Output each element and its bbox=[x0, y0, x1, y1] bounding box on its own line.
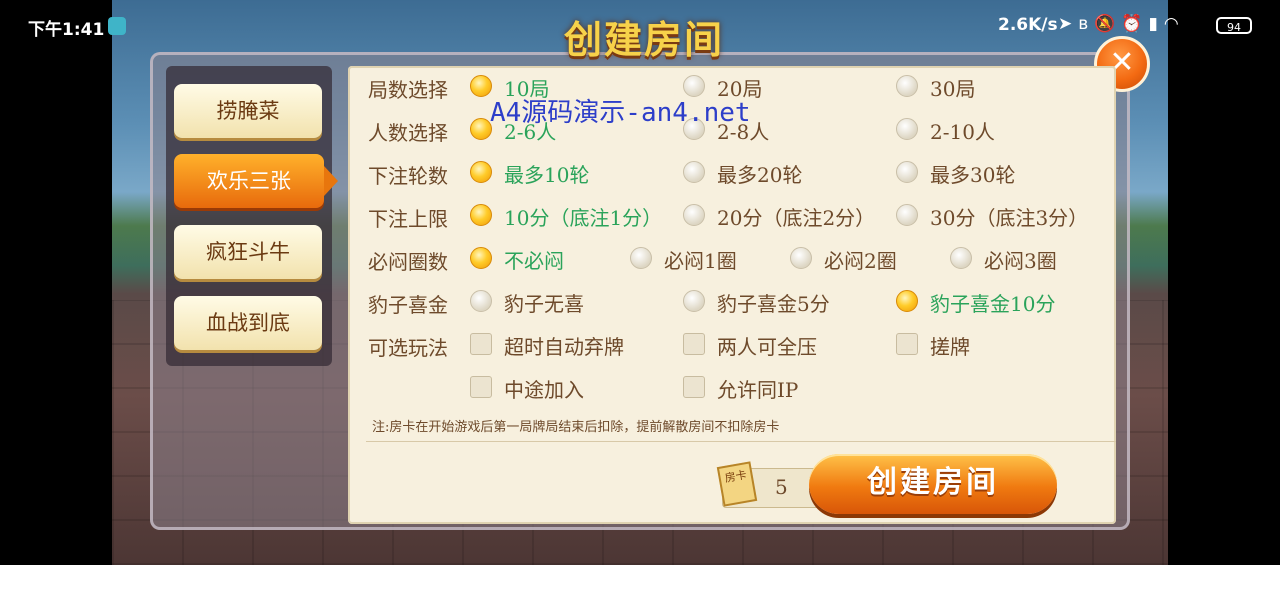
row-optional-rules: 可选玩法 超时自动弃牌 两人可全压 搓牌 bbox=[348, 324, 1116, 364]
option-label: 最多10轮 bbox=[504, 163, 590, 187]
status-icons: ➤ʙ🔕⏰▮◠ bbox=[1058, 14, 1185, 34]
network-speed: 2.6K/s bbox=[998, 15, 1058, 35]
row-bet-rounds: 下注轮数 最多10轮 最多20轮 最多30轮 bbox=[348, 152, 1116, 192]
option-label: 必闷1圈 bbox=[664, 249, 737, 273]
radio[interactable] bbox=[790, 247, 812, 269]
tab-laoyancai[interactable]: 捞腌菜 bbox=[174, 84, 322, 138]
radio-selected[interactable] bbox=[470, 161, 492, 183]
mute-icon: 🔕 bbox=[1094, 14, 1122, 34]
battery-icon: 94 bbox=[1216, 17, 1252, 34]
radio[interactable] bbox=[896, 204, 918, 226]
tab-xuezhan-daodi[interactable]: 血战到底 bbox=[174, 296, 322, 350]
option-label: 搓牌 bbox=[930, 335, 970, 359]
row-leopard-bonus: 豹子喜金 豹子无喜 豹子喜金5分 豹子喜金10分 bbox=[348, 281, 1116, 321]
option-label: 不必闷 bbox=[504, 249, 564, 273]
wifi-icon: ◠ bbox=[1163, 14, 1185, 34]
row-label: 人数选择 bbox=[368, 121, 448, 145]
tab-huanle-sanzhang[interactable]: 欢乐三张 bbox=[174, 154, 338, 208]
divider bbox=[366, 441, 1116, 442]
checkbox[interactable] bbox=[683, 333, 705, 355]
row-label: 可选玩法 bbox=[368, 336, 448, 360]
option-label: 超时自动弃牌 bbox=[504, 335, 624, 359]
dialog-title: 创建房间 bbox=[563, 17, 724, 62]
status-time: 下午1:41 bbox=[28, 20, 105, 40]
checkbox[interactable] bbox=[470, 333, 492, 355]
radio-selected[interactable] bbox=[470, 75, 492, 97]
checkbox[interactable] bbox=[896, 333, 918, 355]
radio-selected[interactable] bbox=[470, 118, 492, 140]
option-label: 两人可全压 bbox=[717, 335, 817, 359]
row-bet-cap: 下注上限 10分（底注1分） 20分（底注2分） 30分（底注3分） bbox=[348, 195, 1116, 235]
room-card-note: 注:房卡在开始游戏后第一局牌局结束后扣除，提前解散房间不扣除房卡 bbox=[372, 420, 780, 435]
option-label: 2-10人 bbox=[930, 120, 995, 144]
location-arrow-icon: ➤ bbox=[1058, 14, 1079, 34]
bluetooth-icon: ʙ bbox=[1078, 14, 1095, 34]
radio[interactable] bbox=[950, 247, 972, 269]
radio[interactable] bbox=[896, 75, 918, 97]
option-label: 最多20轮 bbox=[717, 163, 803, 187]
option-label: 中途加入 bbox=[504, 378, 584, 402]
row-optional-rules-2: 中途加入 允许同IP bbox=[348, 367, 1116, 407]
option-label: 最多30轮 bbox=[930, 163, 1016, 187]
app-notification-icon bbox=[108, 17, 126, 35]
create-room-button[interactable]: 创建房间 bbox=[809, 454, 1057, 514]
option-label: 豹子喜金10分 bbox=[930, 292, 1056, 316]
radio-selected[interactable] bbox=[896, 290, 918, 312]
radio[interactable] bbox=[683, 290, 705, 312]
row-blind-rounds: 必闷圈数 不必闷 必闷1圈 必闷2圈 必闷3圈 bbox=[348, 238, 1116, 278]
radio[interactable] bbox=[470, 290, 492, 312]
signal-icon: ▮ bbox=[1148, 14, 1164, 34]
game-screen: 下午1:41 2.6K/s ➤ʙ🔕⏰▮◠ 94 创建房间 ✕ 捞腌菜 欢乐三张 … bbox=[0, 0, 1280, 565]
radio[interactable] bbox=[683, 204, 705, 226]
checkbox[interactable] bbox=[683, 376, 705, 398]
row-label: 局数选择 bbox=[368, 78, 448, 102]
radio[interactable] bbox=[896, 161, 918, 183]
option-label: 10分（底注1分） bbox=[504, 206, 663, 230]
row-label: 下注上限 bbox=[368, 207, 448, 231]
tab-fengkuang-douniu[interactable]: 疯狂斗牛 bbox=[174, 225, 322, 279]
option-label: 30分（底注3分） bbox=[930, 206, 1089, 230]
radio-selected[interactable] bbox=[470, 247, 492, 269]
option-label: 30局 bbox=[930, 77, 976, 101]
row-label: 必闷圈数 bbox=[368, 250, 448, 274]
option-label: 豹子喜金5分 bbox=[717, 292, 830, 316]
radio[interactable] bbox=[683, 161, 705, 183]
checkbox[interactable] bbox=[470, 376, 492, 398]
radio[interactable] bbox=[630, 247, 652, 269]
row-label: 豹子喜金 bbox=[368, 293, 448, 317]
option-label: 20分（底注2分） bbox=[717, 206, 876, 230]
option-label: 必闷2圈 bbox=[824, 249, 897, 273]
room-card-count: 5 bbox=[775, 475, 788, 499]
radio[interactable] bbox=[896, 118, 918, 140]
room-card-icon: 房卡 bbox=[716, 461, 758, 507]
alarm-icon: ⏰ bbox=[1121, 14, 1149, 34]
radio-selected[interactable] bbox=[470, 204, 492, 226]
row-label: 下注轮数 bbox=[368, 164, 448, 188]
option-label: 必闷3圈 bbox=[984, 249, 1057, 273]
option-label: 允许同IP bbox=[717, 378, 799, 402]
watermark: A4源码演示-an4.net bbox=[490, 98, 751, 128]
option-label: 豹子无喜 bbox=[504, 292, 584, 316]
